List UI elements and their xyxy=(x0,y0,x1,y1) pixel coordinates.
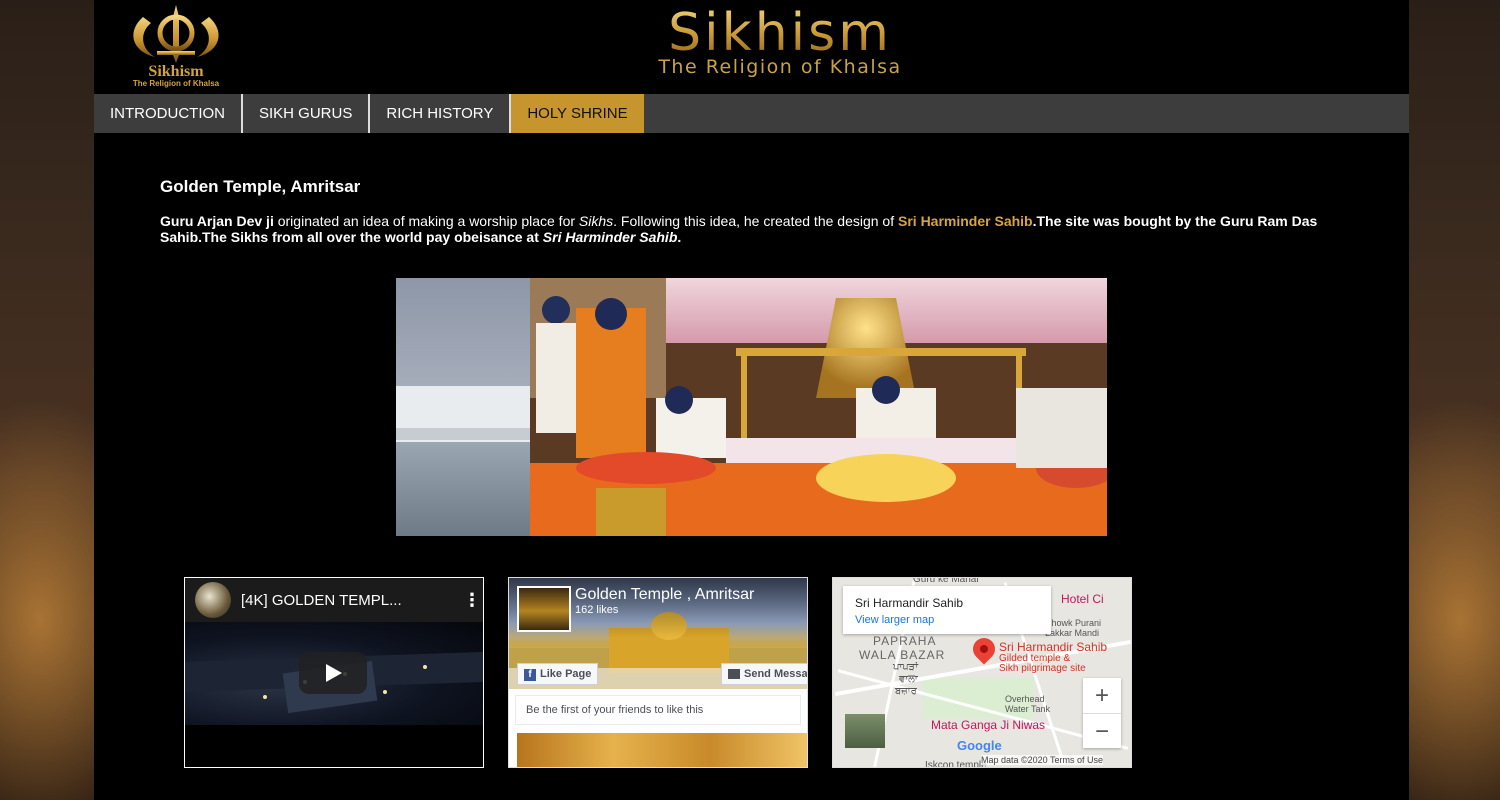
zoom-in-button[interactable]: + xyxy=(1083,678,1121,713)
facebook-icon: f xyxy=(524,669,536,681)
youtube-video-title[interactable]: [4K] GOLDEN TEMPL... xyxy=(241,592,453,609)
nav-sikh-gurus[interactable]: SIKH GURUS xyxy=(243,94,371,133)
map-pin-name[interactable]: Sri Harmandir Sahib xyxy=(999,640,1107,654)
map-pin-desc-2: Sikh pilgrimage site xyxy=(999,663,1086,674)
intro-bold-1: Guru Arjan Dev ji xyxy=(160,213,274,229)
map-zoom-control: + − xyxy=(1083,678,1121,748)
view-larger-map-link[interactable]: View larger map xyxy=(855,614,1051,626)
map-label-chowk: Chowk Purani xyxy=(1045,618,1102,628)
message-icon xyxy=(728,669,740,680)
like-page-label: Like Page xyxy=(540,668,592,680)
map-label-punjabi-1: ਪਾਪੜਾਂ xyxy=(893,662,919,673)
site-header: Sikhism The Religion of Khalsa Sikhism T… xyxy=(94,0,1409,94)
nav-rich-history[interactable]: RICH HISTORY xyxy=(370,94,512,133)
map-label-hotel: Hotel Ci xyxy=(1061,592,1104,606)
friends-like-text: Be the first of your friends to like thi… xyxy=(515,695,801,725)
map-pin-icon[interactable] xyxy=(968,633,1000,665)
intro-text-1: originated an idea of making a worship p… xyxy=(273,213,579,229)
google-map-embed[interactable]: Guru ke Mahal Hotel Ci Chowk Purani Lakk… xyxy=(832,577,1132,768)
facebook-cover-photo[interactable]: Golden Temple , Amritsar 162 likes f Like… xyxy=(509,578,807,689)
khanda-icon xyxy=(133,5,219,63)
facebook-page-name[interactable]: Golden Temple , Amritsar xyxy=(575,586,754,604)
nav-introduction[interactable]: INTRODUCTION xyxy=(94,94,243,133)
map-label-wala-bazar: WALA BAZAR xyxy=(859,648,946,662)
facebook-page-plugin[interactable]: Golden Temple , Amritsar 162 likes f Like… xyxy=(508,577,808,768)
embed-row: [4K] GOLDEN TEMPL... ⋮ Golden Temple , A… xyxy=(184,577,1132,768)
intro-em-2: Sri Harminder Sahib xyxy=(542,229,678,245)
intro-gold-link: Sri Harminder Sahib xyxy=(898,213,1033,229)
map-label-punjabi-3: ਬਜ਼ਾਰ xyxy=(895,686,917,697)
play-button-icon[interactable] xyxy=(299,652,367,694)
site-tagline: The Religion of Khalsa xyxy=(658,56,902,78)
map-label-overhead-2: Water Tank xyxy=(1005,704,1051,714)
map-label-lakkar: Lakkar Mandi xyxy=(1045,628,1100,638)
logo-title: Sikhism xyxy=(148,63,204,80)
golden-temple-photo xyxy=(396,278,1107,536)
main-nav: INTRODUCTION SIKH GURUS RICH HISTORY HOL… xyxy=(94,94,1409,133)
youtube-embed[interactable]: [4K] GOLDEN TEMPL... ⋮ xyxy=(184,577,484,768)
logo-subtitle: The Religion of Khalsa xyxy=(132,79,220,88)
intro-text-2: . Following this idea, he created the de… xyxy=(613,213,898,229)
map-label-punjabi-2: ਵਾਲਾ xyxy=(899,674,918,685)
site-title: Sikhism xyxy=(570,6,990,60)
map-label-papraha: PAPRAHA xyxy=(873,634,937,648)
intro-em-1: Sikhs xyxy=(578,213,614,229)
site-logo[interactable]: Sikhism The Religion of Khalsa xyxy=(108,3,244,88)
page-heading: Golden Temple, Amritsar xyxy=(160,177,361,196)
intro-paragraph: Guru Arjan Dev ji originated an idea of … xyxy=(160,213,1340,245)
send-message-label: Send Message xyxy=(744,668,808,680)
like-page-button[interactable]: f Like Page xyxy=(517,663,599,685)
hero-image xyxy=(396,278,1107,536)
page-profile-picture[interactable] xyxy=(517,586,571,632)
send-message-button[interactable]: Send Message xyxy=(721,663,808,685)
more-options-icon[interactable]: ⋮ xyxy=(463,590,481,611)
street-view-thumbnail[interactable] xyxy=(845,714,885,748)
google-logo: Google xyxy=(957,738,1002,753)
map-label-overhead-1: Overhead xyxy=(1005,694,1045,704)
site-title-block: Sikhism The Religion of Khalsa xyxy=(570,6,990,78)
map-place-name: Sri Harmandir Sahib xyxy=(855,596,964,610)
main-content: Golden Temple, Amritsar Guru Arjan Dev j… xyxy=(94,177,1409,768)
map-label-top: Guru ke Mahal xyxy=(913,577,979,585)
facebook-post-preview[interactable] xyxy=(517,733,807,767)
map-info-card: Sri Harmandir Sahib View larger map xyxy=(843,586,1051,634)
map-attribution[interactable]: Map data ©2020 Terms of Use xyxy=(981,755,1104,765)
zoom-out-button[interactable]: − xyxy=(1083,713,1121,748)
map-label-iskcon: Iskcon temple xyxy=(925,760,987,768)
facebook-like-count: 162 likes xyxy=(575,604,619,616)
map-label-mata-ganga: Mata Ganga Ji Niwas xyxy=(931,718,1046,732)
channel-avatar[interactable] xyxy=(195,582,231,618)
nav-holy-shrine[interactable]: HOLY SHRINE xyxy=(511,94,644,133)
page-container: Sikhism The Religion of Khalsa Sikhism T… xyxy=(94,0,1409,800)
youtube-video-thumbnail[interactable] xyxy=(185,622,483,725)
youtube-header: [4K] GOLDEN TEMPL... ⋮ xyxy=(185,578,483,622)
intro-end: . xyxy=(677,229,682,245)
